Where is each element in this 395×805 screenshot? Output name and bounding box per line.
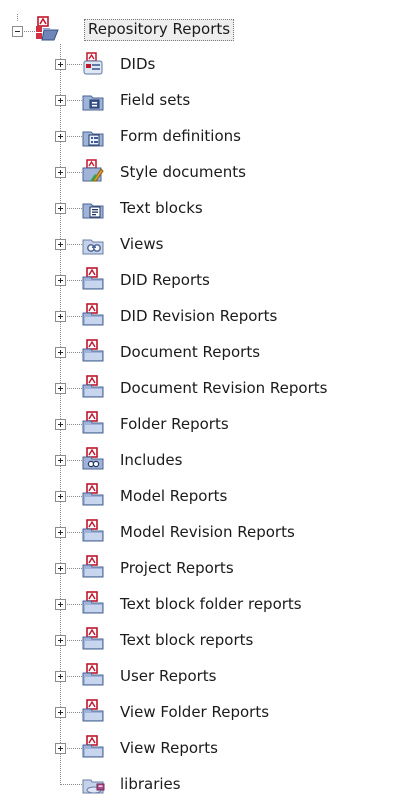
tree-node-text-block-reports[interactable]: Text block reports [0,625,395,661]
report-icon [81,339,104,362]
expand-toggle[interactable] [55,743,66,754]
tree-node-folder-reports[interactable]: Folder Reports [0,409,395,445]
tree-node-includes[interactable]: Includes [0,445,395,481]
expand-toggle[interactable] [55,203,66,214]
tree-node-label[interactable]: View Folder Reports [118,702,271,722]
report-icon [81,483,104,506]
expand-toggle[interactable] [55,419,66,430]
tree-node-label[interactable]: Views [118,234,165,254]
tree-node-libraries[interactable]: libraries [0,769,395,805]
tree-node-label[interactable]: Text block folder reports [118,594,304,614]
tree-node-model-revision-reports[interactable]: Model Revision Reports [0,517,395,553]
style-documents-icon [81,159,104,182]
text-blocks-icon [81,196,104,219]
expand-toggle[interactable] [55,275,66,286]
tree-node-label[interactable]: User Reports [118,666,219,686]
tree-node-text-blocks[interactable]: Text blocks [0,193,395,229]
expand-toggle[interactable] [55,95,66,106]
views-icon [81,232,104,255]
tree-node-label[interactable]: Style documents [118,162,248,182]
dids-icon [81,52,103,75]
report-icon [81,267,104,290]
report-icon [81,699,104,722]
tree-node-label[interactable]: Model Revision Reports [118,522,297,542]
report-icon [81,555,104,578]
tree-node-view-folder-reports[interactable]: View Folder Reports [0,697,395,733]
tree-node-label[interactable]: Project Reports [118,558,236,578]
expand-toggle[interactable] [55,59,66,70]
expand-toggle[interactable] [55,167,66,178]
tree-node-document-reports[interactable]: Document Reports [0,337,395,373]
tree-node-label[interactable]: Field sets [118,90,192,110]
tree-node-label[interactable]: Document Reports [118,342,262,362]
expand-toggle[interactable] [55,455,66,466]
report-icon [81,303,104,326]
report-icon [81,663,104,686]
expand-toggle[interactable] [55,563,66,574]
root-connector-top [17,14,18,21]
root-collapse-toggle[interactable] [12,26,23,37]
expand-toggle[interactable] [55,707,66,718]
report-icon [81,735,104,758]
tree-node-label[interactable]: Text block reports [118,630,255,650]
expand-toggle[interactable] [55,671,66,682]
tree-node-model-reports[interactable]: Model Reports [0,481,395,517]
tree-node-label[interactable]: Document Revision Reports [118,378,329,398]
tree-node-document-revision-reports[interactable]: Document Revision Reports [0,373,395,409]
expand-toggle[interactable] [55,527,66,538]
tree-node-label[interactable]: Form definitions [118,126,243,146]
tree-root-label[interactable]: Repository Reports [84,19,235,41]
tree-node-label[interactable]: Includes [118,450,184,470]
tree-node-label[interactable]: Model Reports [118,486,229,506]
expand-toggle[interactable] [55,239,66,250]
tree-node-field-sets[interactable]: Field sets [0,85,395,121]
tree-node-label[interactable]: View Reports [118,738,220,758]
repository-tree: Repository Reports DIDs Field sets Form … [0,0,395,798]
form-definitions-icon [81,124,104,147]
tree-node-project-reports[interactable]: Project Reports [0,553,395,589]
expand-toggle[interactable] [55,347,66,358]
connector [60,784,82,785]
tree-node-style-documents[interactable]: Style documents [0,157,395,193]
expand-toggle[interactable] [55,383,66,394]
field-sets-icon [81,88,104,111]
tree-node-view-reports[interactable]: View Reports [0,733,395,769]
report-icon [81,591,104,614]
tree-node-label[interactable]: libraries [118,774,183,794]
tree-node-form-definitions[interactable]: Form definitions [0,121,395,157]
expand-toggle[interactable] [55,635,66,646]
tree-node-did-reports[interactable]: DID Reports [0,265,395,301]
tree-node-label[interactable]: DIDs [118,54,157,74]
tree-node-label[interactable]: Text blocks [118,198,205,218]
report-icon [81,627,104,650]
report-icon [81,519,104,542]
report-icon [81,411,104,434]
expand-toggle[interactable] [55,131,66,142]
libraries-icon [81,771,105,794]
tree-node-label[interactable]: Folder Reports [118,414,231,434]
tree-node-views[interactable]: Views [0,229,395,265]
tree-node-label[interactable]: DID Revision Reports [118,306,279,326]
tree-node-dids[interactable]: DIDs [0,49,395,85]
tree-node-did-revision-reports[interactable]: DID Revision Reports [0,301,395,337]
tree-node-text-block-folder-reports[interactable]: Text block folder reports [0,589,395,625]
tree-node-label[interactable]: DID Reports [118,270,212,290]
repository-reports-icon [36,16,59,41]
expand-toggle[interactable] [55,599,66,610]
includes-icon [81,447,104,470]
expand-toggle[interactable] [55,491,66,502]
expand-toggle[interactable] [55,311,66,322]
tree-node-user-reports[interactable]: User Reports [0,661,395,697]
report-icon [81,375,104,398]
